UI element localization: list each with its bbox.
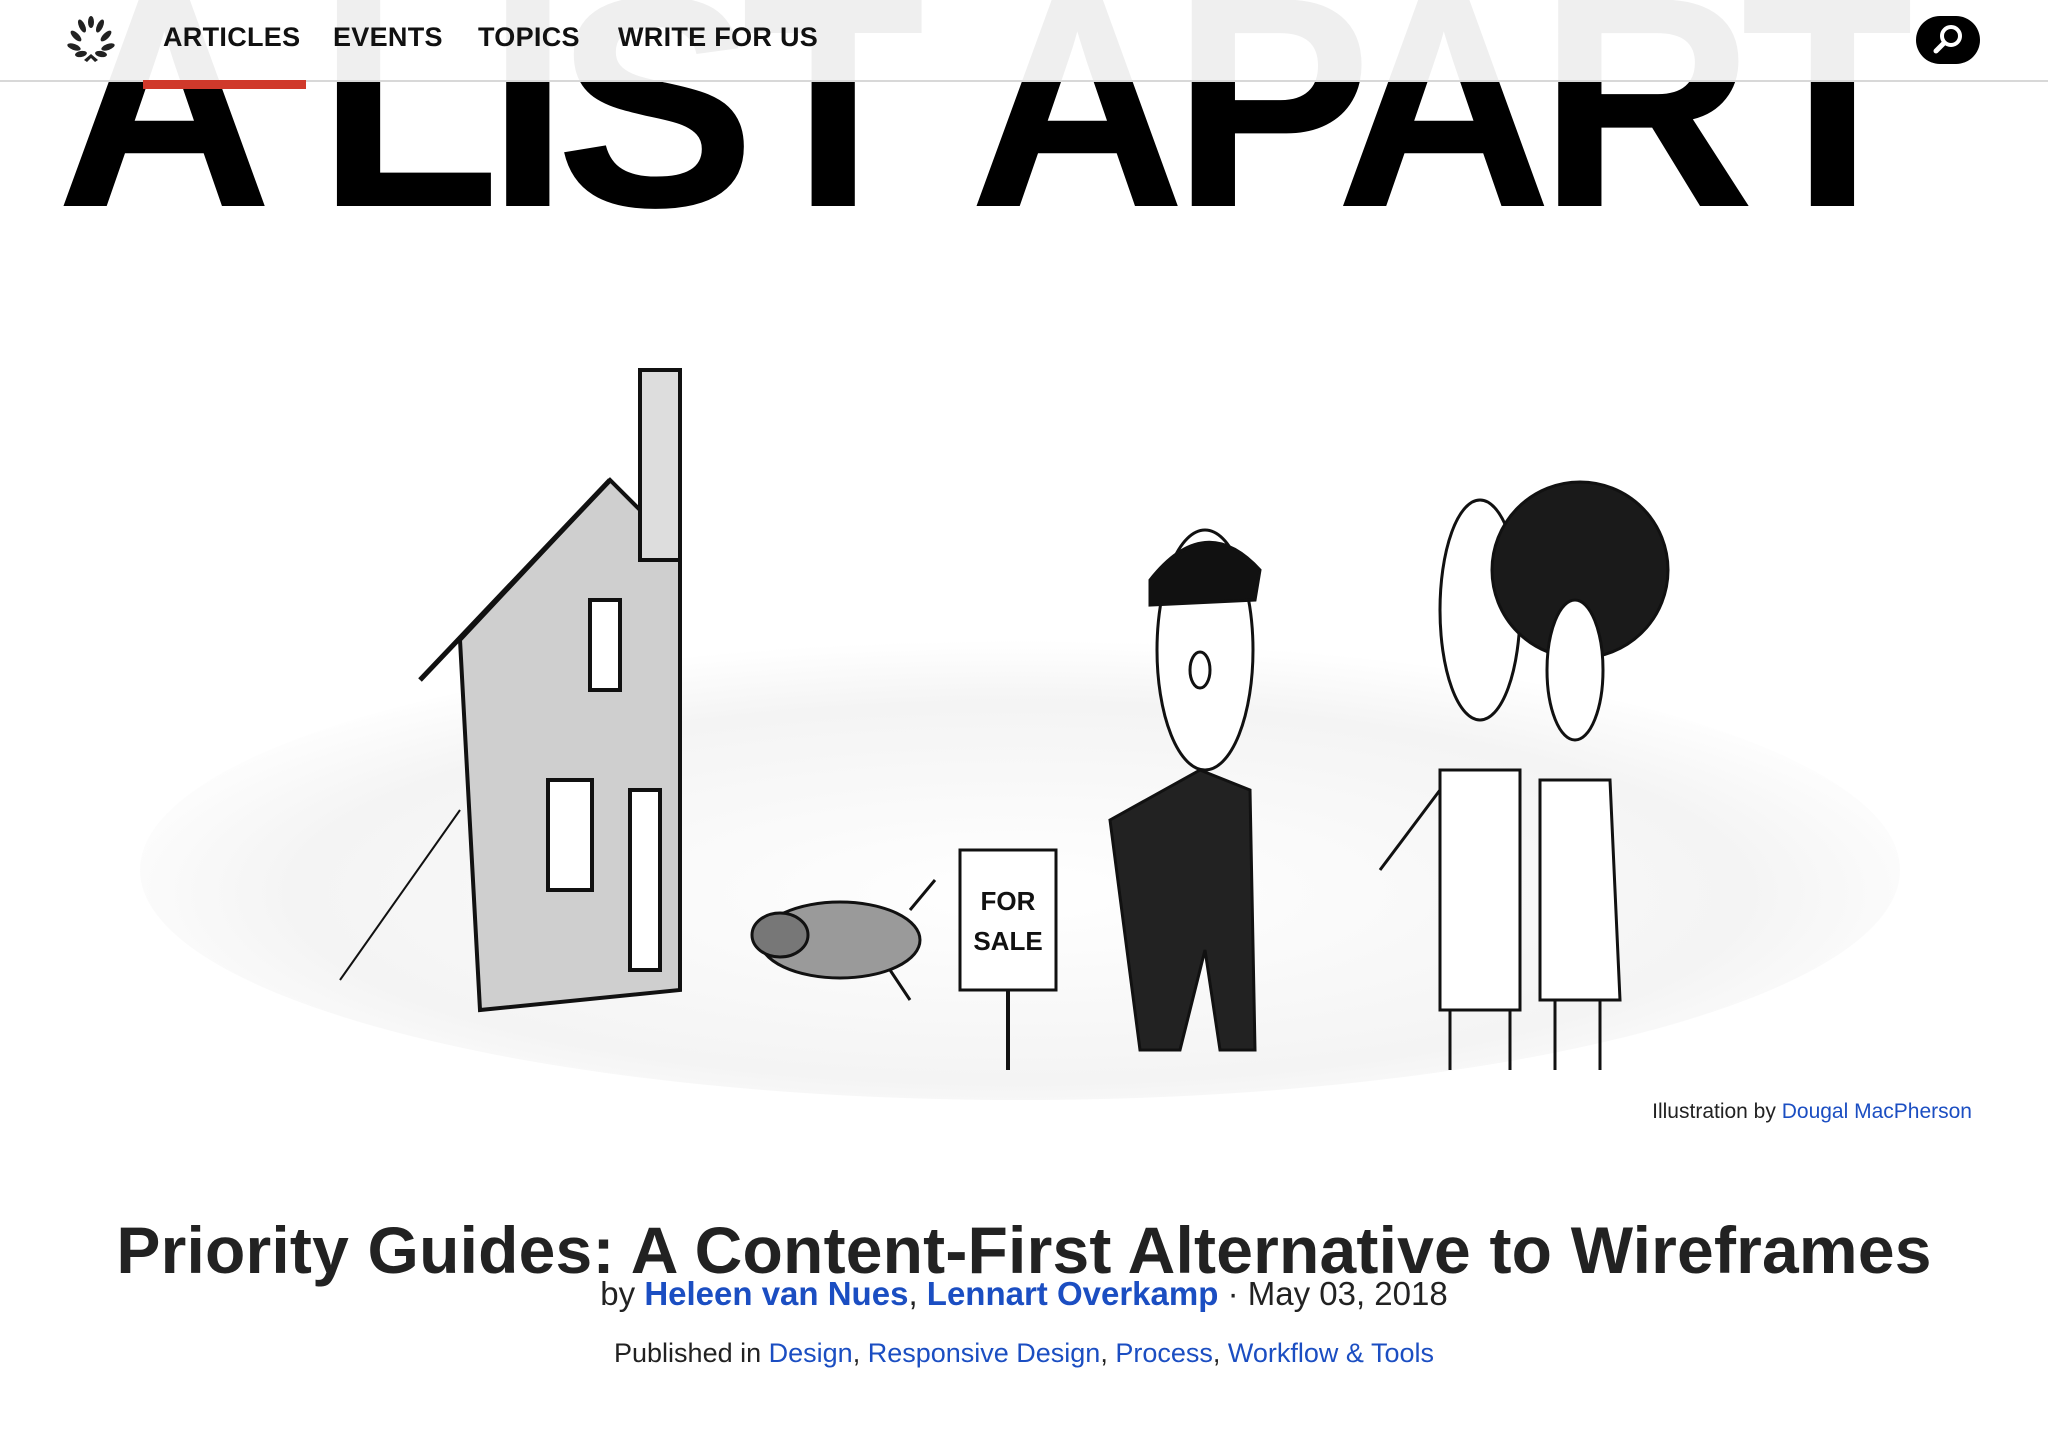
category-link[interactable]: Responsive Design bbox=[868, 1338, 1101, 1368]
published-prefix: Published in bbox=[614, 1338, 762, 1368]
category-link[interactable]: Workflow & Tools bbox=[1228, 1338, 1434, 1368]
sign-text-line2: SALE bbox=[973, 926, 1042, 956]
article-byline: by Heleen van Nues, Lennart Overkamp · M… bbox=[0, 1275, 2048, 1313]
search-button[interactable] bbox=[1916, 16, 1980, 64]
page: A LIST APART A LIST APART ARTICLES EVENT… bbox=[0, 0, 2048, 1450]
search-icon bbox=[1933, 25, 1962, 54]
author-link[interactable]: Lennart Overkamp bbox=[927, 1275, 1219, 1312]
publish-date: May 03, 2018 bbox=[1247, 1275, 1448, 1312]
nav-topics[interactable]: TOPICS bbox=[478, 22, 580, 53]
nav-articles[interactable]: ARTICLES bbox=[163, 22, 300, 53]
byline-prefix: by bbox=[600, 1275, 636, 1312]
nav-events[interactable]: EVENTS bbox=[333, 22, 443, 53]
hero-illustration: FOR SALE bbox=[140, 368, 1900, 1100]
category-link[interactable]: Process bbox=[1115, 1338, 1213, 1368]
author-link[interactable]: Heleen van Nues bbox=[644, 1275, 908, 1312]
nav-write-for-us[interactable]: WRITE FOR US bbox=[618, 22, 818, 53]
category-link[interactable]: Design bbox=[769, 1338, 853, 1368]
illustration-credit: Illustration by Dougal MacPherson bbox=[1652, 1100, 1972, 1124]
date-separator: · bbox=[1227, 1275, 1239, 1312]
credit-prefix: Illustration by bbox=[1652, 1100, 1776, 1123]
active-nav-indicator bbox=[143, 80, 306, 89]
top-navigation: ARTICLES EVENTS TOPICS WRITE FOR US bbox=[0, 0, 2048, 82]
author-separator: , bbox=[908, 1275, 918, 1312]
published-in: Published in Design, Responsive Design, … bbox=[614, 1338, 1434, 1368]
laurel-logo-icon[interactable] bbox=[64, 14, 118, 64]
sign-text-line1: FOR bbox=[981, 886, 1036, 916]
credit-link[interactable]: Dougal MacPherson bbox=[1782, 1100, 1972, 1123]
